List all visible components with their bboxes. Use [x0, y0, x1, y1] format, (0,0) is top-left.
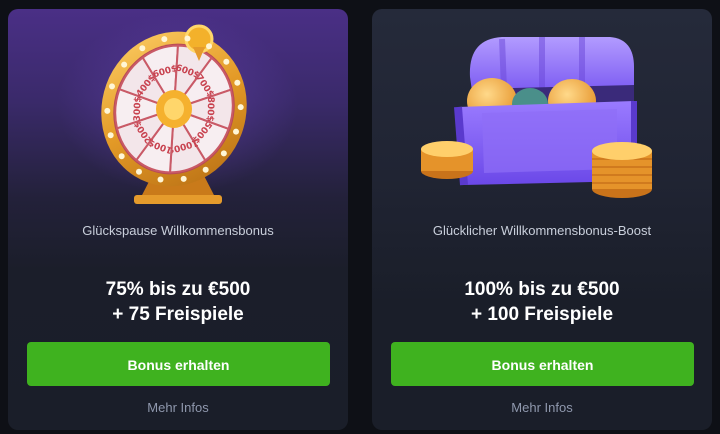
bonus-offer: 75% bis zu €500 + 75 Freispiele	[8, 277, 348, 327]
wheel-bulb	[234, 79, 241, 86]
bonus-card-welcome: 500$ 1000$ 100$ 200$ 300$ 400$ 600$ 600$ 700$ 800…	[8, 9, 348, 430]
wheel-bulb	[161, 36, 168, 43]
get-bonus-button[interactable]: Bonus erhalten	[391, 342, 694, 386]
treasure-chest-icon	[421, 37, 652, 198]
wheel-bulb	[233, 128, 240, 135]
wheel-bulb	[220, 150, 227, 157]
wheel-bulb	[237, 104, 244, 111]
bonus-title: Glücklicher Willkommensbonus-Boost	[432, 223, 652, 238]
bonus-offer-line1: 75% bis zu €500	[105, 279, 251, 300]
wheel-bulb	[121, 61, 128, 68]
more-info-link[interactable]: Mehr Infos	[8, 400, 348, 415]
wheel-bulb	[223, 58, 230, 65]
wheel-bulb	[202, 166, 209, 173]
wheel-bulb	[184, 35, 191, 42]
wheel-bulb	[108, 83, 115, 90]
wheel-bulb	[107, 132, 114, 139]
wheel-bulb	[157, 176, 164, 183]
bonus-card-boost: Glücklicher Willkommensbonus-Boost 100% …	[372, 9, 712, 430]
bonus-offer: 100% bis zu €500 + 100 Freispiele	[372, 277, 712, 327]
more-info-link[interactable]: Mehr Infos	[372, 400, 712, 415]
bonus-title: Glückspause Willkommensbonus	[82, 223, 274, 238]
wheel-bulb	[180, 175, 187, 182]
wheel-bulb	[139, 45, 146, 52]
wheel-bulb	[118, 153, 125, 160]
fortune-wheel-icon: 500$1000$100$200$300$400$600$600$700$800…	[58, 14, 298, 204]
wheel-bulb	[206, 43, 213, 50]
wheel-value-label: 300$	[133, 96, 144, 121]
wheel-bulb	[104, 107, 111, 114]
wheel-value-label: 800$	[204, 96, 215, 121]
bonus-offer-line2: + 100 Freispiele	[470, 304, 614, 325]
bonus-offer-line1: 100% bis zu €500	[464, 279, 620, 300]
bonus-offer-line2: + 75 Freispiele	[112, 304, 244, 325]
get-bonus-button[interactable]: Bonus erhalten	[27, 342, 330, 386]
wheel-bulb	[135, 168, 142, 175]
